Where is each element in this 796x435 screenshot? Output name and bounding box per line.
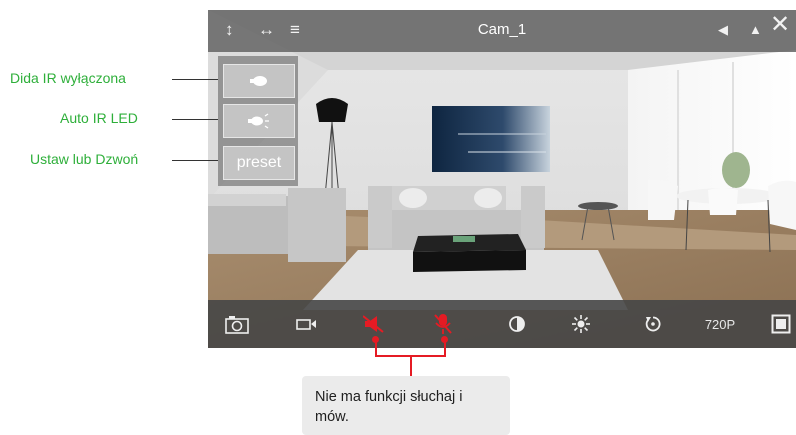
- video-record-icon[interactable]: [294, 313, 320, 335]
- preset-label: preset: [236, 154, 282, 171]
- listen-talk-note: Nie ma funkcji słuchaj i mów.: [302, 376, 510, 435]
- microphone-muted-icon[interactable]: [430, 313, 456, 335]
- camera-top-bar: ↕ ↔ ≡ Cam_1 ◀ ▲ ✕: [208, 10, 796, 52]
- contrast-icon[interactable]: [504, 313, 530, 335]
- camera-snapshot-icon[interactable]: [224, 313, 250, 335]
- close-icon[interactable]: ✕: [770, 13, 790, 37]
- auto-ir-annotation-line: [172, 119, 218, 120]
- ir-off-annotation: Dida IR wyłączona: [10, 70, 126, 86]
- preset-annotation: Ustaw lub Dzwoń: [30, 151, 139, 167]
- auto-ir-led-icon: [248, 113, 269, 129]
- arrow-up-icon[interactable]: ▲: [749, 19, 762, 41]
- rotate-icon[interactable]: [640, 313, 666, 335]
- camera-bottom-toolbar: 720P: [208, 300, 796, 348]
- camera-title: Cam_1: [477, 21, 527, 38]
- bracket-pointer-line: [410, 355, 412, 376]
- ir-off-annotation-line: [172, 79, 218, 80]
- auto-ir-annotation: Auto IR LED: [60, 110, 138, 126]
- ir-off-icon: [250, 76, 267, 86]
- preset-annotation-line: [172, 160, 218, 161]
- arrow-left-icon[interactable]: ◀: [718, 19, 728, 41]
- speaker-muted-icon[interactable]: [361, 313, 387, 335]
- ir-off-button[interactable]: [223, 64, 295, 98]
- brightness-icon[interactable]: [568, 313, 594, 335]
- resolution-label: 720P: [704, 316, 736, 332]
- microphone-bracket-dot: [441, 336, 448, 343]
- auto-ir-led-button[interactable]: [223, 104, 295, 138]
- speaker-bracket-dot: [372, 336, 379, 343]
- ir-preset-panel: preset: [218, 56, 298, 186]
- resolution-selector[interactable]: 720P: [698, 313, 742, 335]
- preset-button[interactable]: preset: [223, 146, 295, 180]
- fullscreen-icon[interactable]: [768, 313, 794, 335]
